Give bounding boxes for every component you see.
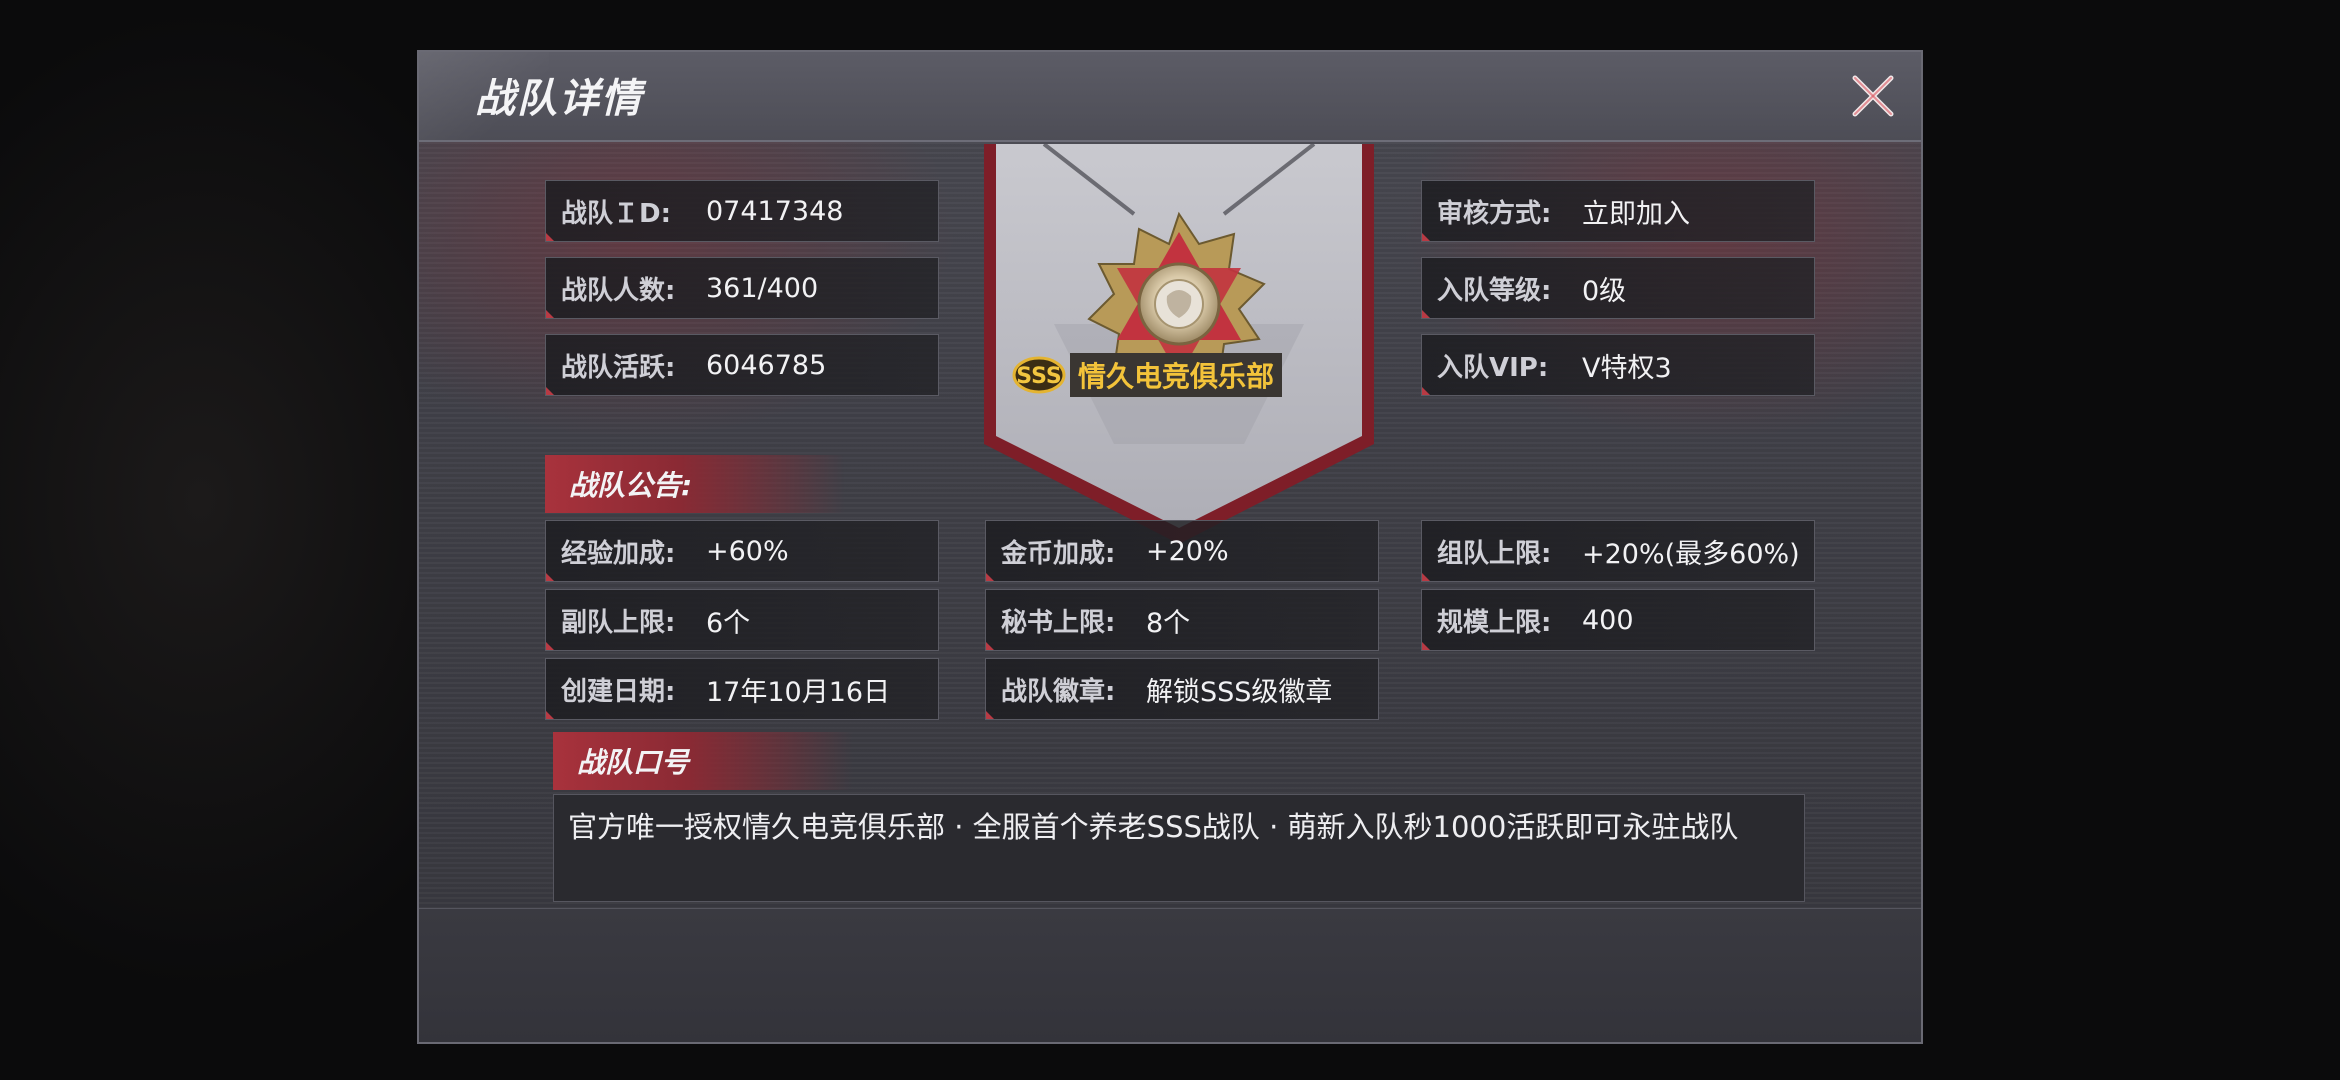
bonus-label: 组队上限: xyxy=(1437,538,1552,569)
bonus-label: 金币加成: xyxy=(1001,538,1116,569)
team-name: 情久电竞俱乐部 xyxy=(1070,353,1283,397)
creation-date: 创建日期: 17年10月16日 xyxy=(545,658,939,720)
info-team-id: 战队ＩD: 07417348 xyxy=(545,180,939,242)
bonus-value: 6个 xyxy=(706,607,751,639)
info-value: 立即加入 xyxy=(1582,198,1690,230)
bonus-label: 创建日期: xyxy=(561,676,676,707)
bonus-value: 解锁SSS级徽章 xyxy=(1146,676,1333,708)
slogan-text: 官方唯一授权情久电竞俱乐部 · 全服首个养老SSS战队 · 萌新入队秒1000活… xyxy=(553,794,1805,902)
announcement-header: 战队公告: xyxy=(545,455,845,513)
bonus-gold: 金币加成: +20% xyxy=(985,520,1379,582)
team-badge: 战队徽章: 解锁SSS级徽章 xyxy=(985,658,1379,720)
limit-squad: 组队上限: +20%(最多60%) xyxy=(1421,520,1815,582)
bonus-value: 400 xyxy=(1582,604,1634,636)
info-value: 0级 xyxy=(1582,275,1627,307)
limit-vice-captain: 副队上限: 6个 xyxy=(545,589,939,651)
info-member-count: 战队人数: 361/400 xyxy=(545,257,939,319)
info-label: 入队VIP: xyxy=(1437,352,1549,383)
info-value: 361/400 xyxy=(706,272,819,304)
info-value: V特权3 xyxy=(1582,352,1672,384)
limit-secretary: 秘书上限: 8个 xyxy=(985,589,1379,651)
close-icon xyxy=(1852,75,1894,117)
info-label: 战队人数: xyxy=(561,275,676,306)
info-activity: 战队活跃: 6046785 xyxy=(545,334,939,396)
info-label: 战队ＩD: xyxy=(561,198,671,229)
bonus-value: +20% xyxy=(1146,535,1229,567)
bonus-value: +60% xyxy=(706,535,789,567)
bonus-value: 8个 xyxy=(1146,607,1191,639)
bonus-label: 秘书上限: xyxy=(1001,607,1116,638)
info-join-level: 入队等级: 0级 xyxy=(1421,257,1815,319)
team-details-dialog: 战队详情 战队ＩD: 07417348 战队人数: 361/400 战队活跃: … xyxy=(417,50,1923,1044)
info-value: 07417348 xyxy=(706,195,844,227)
dialog-title: 战队详情 xyxy=(475,76,643,122)
bonus-label: 副队上限: xyxy=(561,607,676,638)
info-join-vip: 入队VIP: V特权3 xyxy=(1421,334,1815,396)
info-label: 战队活跃: xyxy=(561,352,676,383)
panel-footer xyxy=(419,908,1921,1042)
bonus-label: 战队徽章: xyxy=(1001,676,1116,707)
bonus-value: 17年10月16日 xyxy=(706,676,891,708)
dialog-titlebar: 战队详情 xyxy=(419,52,1921,142)
sss-grade-icon: SSS xyxy=(1012,356,1066,394)
bonus-label: 规模上限: xyxy=(1437,607,1552,638)
limit-scale: 规模上限: 400 xyxy=(1421,589,1815,651)
info-value: 6046785 xyxy=(706,349,827,381)
slogan-header: 战队口号 xyxy=(553,732,853,790)
info-label: 入队等级: xyxy=(1437,275,1552,306)
bonus-exp: 经验加成: +60% xyxy=(545,520,939,582)
info-review-method: 审核方式: 立即加入 xyxy=(1421,180,1815,242)
sss-grade-label: SSS xyxy=(1016,364,1062,389)
close-button[interactable] xyxy=(1847,70,1899,122)
bonus-value: +20%(最多60%) xyxy=(1582,538,1800,570)
info-label: 审核方式: xyxy=(1437,198,1552,229)
bonus-label: 经验加成: xyxy=(561,538,676,569)
team-name-badge: SSS 情久电竞俱乐部 xyxy=(1012,353,1283,397)
